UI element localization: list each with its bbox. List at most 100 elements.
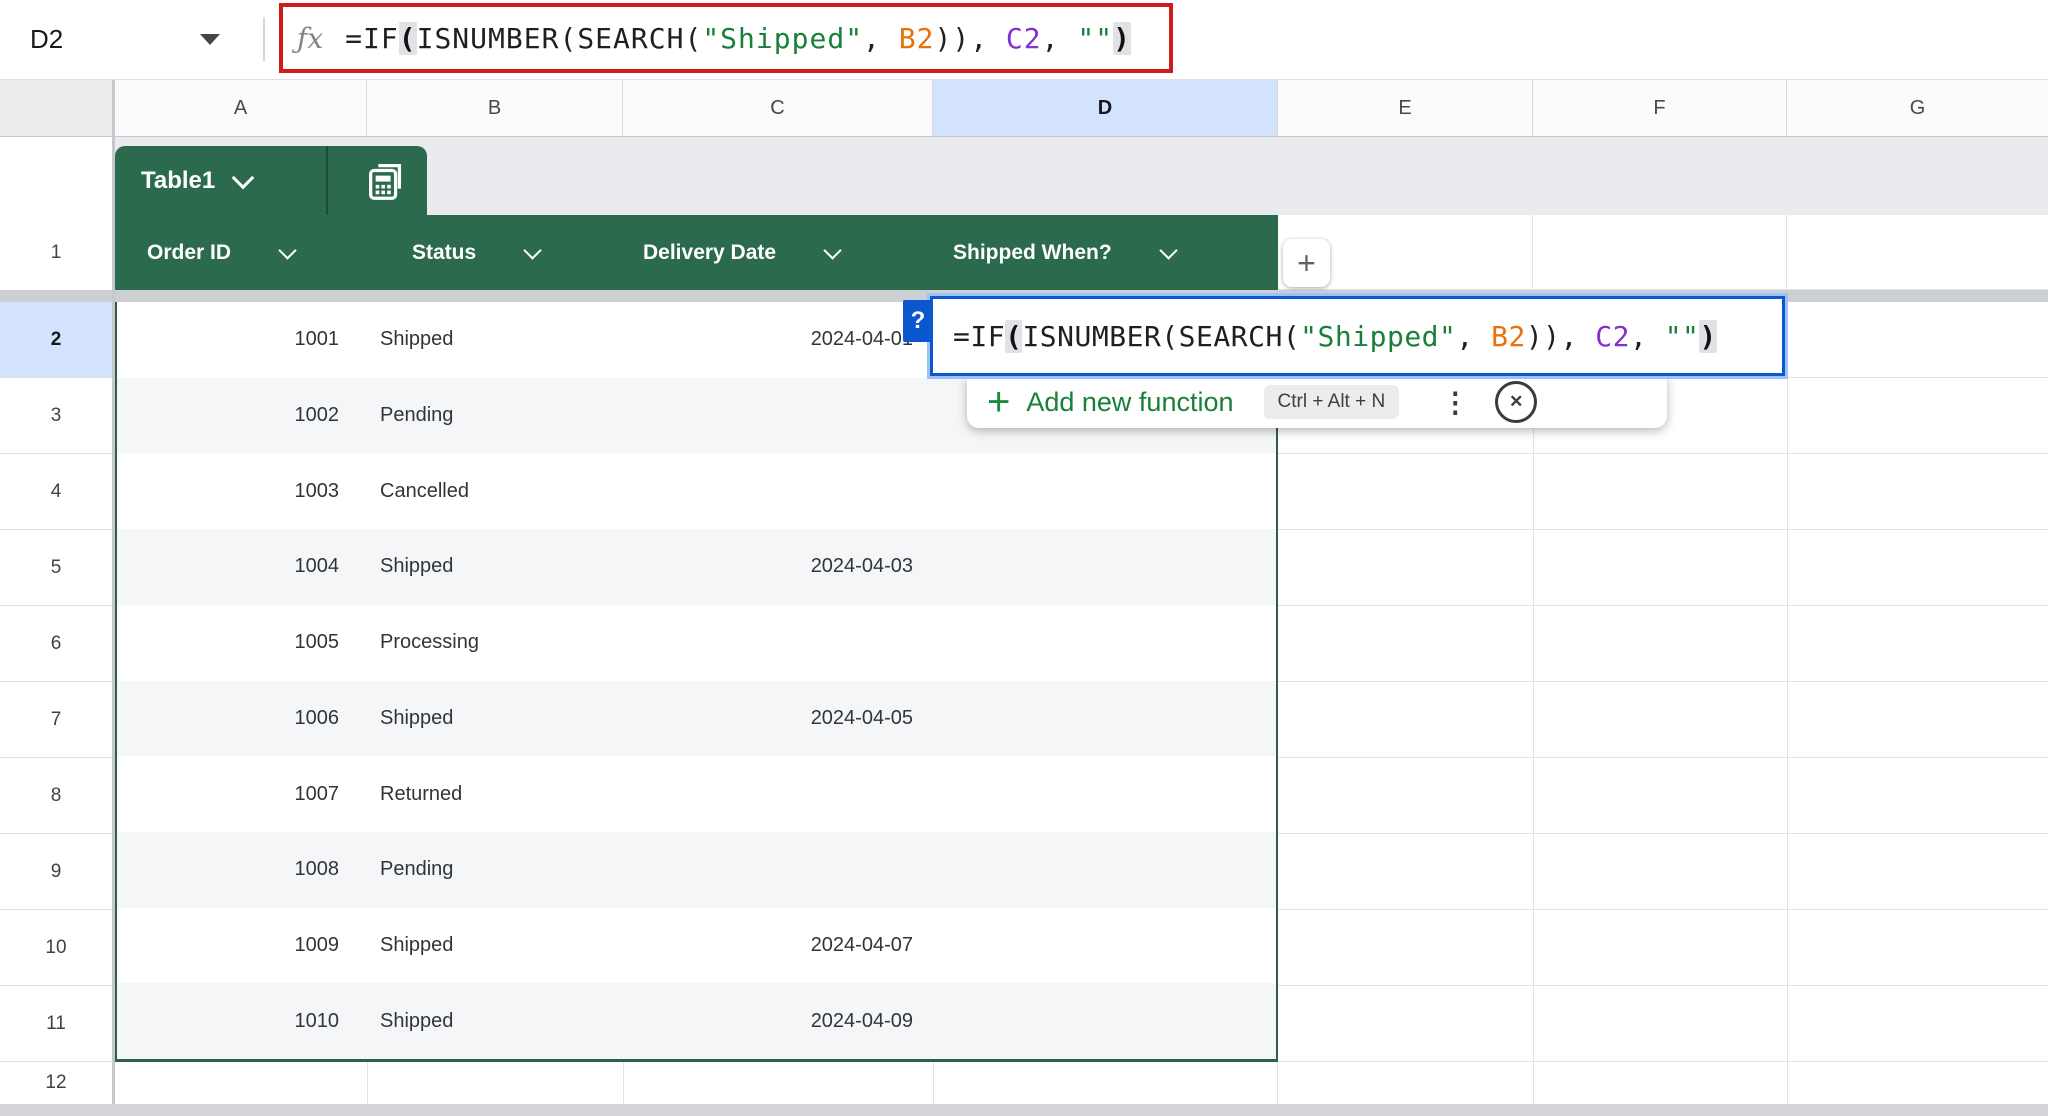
- cell-shipped-when[interactable]: [933, 756, 1276, 832]
- cell-order-id[interactable]: 1008: [117, 832, 367, 908]
- cell-status[interactable]: Shipped: [367, 908, 623, 984]
- row-header-7[interactable]: 7: [0, 682, 112, 758]
- chevron-down-icon[interactable]: [278, 241, 296, 259]
- formula-bar-annotation-box: ƒx =IF(ISNUMBER(SEARCH("Shipped", B2)), …: [279, 3, 1173, 73]
- row-header-1[interactable]: 1: [0, 215, 112, 290]
- empty-grid-below[interactable]: [115, 1062, 1278, 1104]
- name-box-value: D2: [30, 24, 63, 55]
- column-header-f[interactable]: F: [1533, 80, 1787, 137]
- cell-editor[interactable]: =IF(ISNUMBER(SEARCH("Shipped", B2)), C2,…: [930, 296, 1785, 376]
- column-header-d[interactable]: D: [933, 80, 1278, 137]
- cell-status[interactable]: Shipped: [367, 983, 623, 1059]
- cell-status[interactable]: Processing: [367, 605, 623, 681]
- table-row: 1008 Pending: [117, 832, 1276, 908]
- table-header-row: Order ID Status Delivery Date Shipped Wh…: [115, 215, 1278, 290]
- cell-order-id[interactable]: 1009: [117, 908, 367, 984]
- shortcut-badge: Ctrl + Alt + N: [1264, 385, 1400, 419]
- gridline: [933, 1062, 934, 1104]
- cell-status[interactable]: Shipped: [367, 681, 623, 757]
- row-header-6[interactable]: 6: [0, 606, 112, 682]
- table-row: 1010 Shipped 2024-04-09: [117, 983, 1276, 1059]
- row-header-5[interactable]: 5: [0, 530, 112, 606]
- table-row: 1006 Shipped 2024-04-05: [117, 681, 1276, 757]
- table-row: 1003 Cancelled: [117, 453, 1276, 529]
- formula-bar-input[interactable]: =IF(ISNUMBER(SEARCH("Shipped", B2)), C2,…: [345, 22, 1131, 55]
- cell-order-id[interactable]: 1002: [117, 378, 367, 454]
- cell-status[interactable]: Pending: [367, 378, 623, 454]
- divider: [326, 146, 328, 215]
- cell-shipped-when[interactable]: [933, 605, 1276, 681]
- cell-delivery-date[interactable]: [623, 453, 933, 529]
- row-header-3[interactable]: 3: [0, 378, 112, 454]
- cell-delivery-date[interactable]: 2024-04-09: [623, 983, 933, 1059]
- cell-shipped-when[interactable]: [933, 908, 1276, 984]
- table-row: 1005 Processing: [117, 605, 1276, 681]
- row-header-11[interactable]: 11: [0, 986, 112, 1062]
- plus-icon: +: [987, 382, 1010, 422]
- row-header-border: [112, 80, 115, 1104]
- column-header-row: A B C D E F G: [0, 80, 2048, 137]
- cell-delivery-date[interactable]: 2024-04-01: [623, 302, 933, 378]
- close-icon[interactable]: ✕: [1495, 381, 1537, 423]
- cell-g1[interactable]: [1787, 215, 2048, 290]
- cell-order-id[interactable]: 1001: [117, 302, 367, 378]
- table-row: 1007 Returned: [117, 756, 1276, 832]
- cell-delivery-date[interactable]: [623, 378, 933, 454]
- column-header-b[interactable]: B: [367, 80, 623, 137]
- cell-order-id[interactable]: 1004: [117, 529, 367, 605]
- row-header-8[interactable]: 8: [0, 758, 112, 834]
- cell-order-id[interactable]: 1010: [117, 983, 367, 1059]
- select-all-corner[interactable]: [0, 80, 115, 137]
- add-column-button[interactable]: +: [1283, 239, 1330, 287]
- spreadsheet-app: D2 ƒx =IF(ISNUMBER(SEARCH("Shipped", B2)…: [0, 0, 2048, 1116]
- cell-order-id[interactable]: 1005: [117, 605, 367, 681]
- row-header-2[interactable]: 2: [0, 302, 112, 378]
- cell-f1[interactable]: [1533, 215, 1787, 290]
- cell-shipped-when[interactable]: [933, 832, 1276, 908]
- cell-delivery-date[interactable]: 2024-04-07: [623, 908, 933, 984]
- kebab-menu-icon[interactable]: ⋮: [1441, 386, 1469, 419]
- column-header-c[interactable]: C: [623, 80, 933, 137]
- table-name-chip[interactable]: Table1: [115, 146, 427, 215]
- name-box-dropdown-icon[interactable]: [200, 34, 220, 45]
- bottom-edge-strip: [0, 1104, 2048, 1116]
- row-header-4[interactable]: 4: [0, 454, 112, 530]
- cell-shipped-when[interactable]: [933, 453, 1276, 529]
- name-box[interactable]: D2: [0, 0, 262, 78]
- cell-status[interactable]: Pending: [367, 832, 623, 908]
- chevron-down-icon[interactable]: [823, 241, 841, 259]
- chevron-down-icon[interactable]: [1159, 241, 1177, 259]
- column-header-e[interactable]: E: [1278, 80, 1533, 137]
- row-header-10[interactable]: 10: [0, 910, 112, 986]
- row-header-9[interactable]: 9: [0, 834, 112, 910]
- cell-status[interactable]: Cancelled: [367, 453, 623, 529]
- table-header-status[interactable]: Status: [367, 215, 623, 290]
- cell-status[interactable]: Shipped: [367, 529, 623, 605]
- chevron-down-icon: [232, 166, 255, 189]
- cell-delivery-date[interactable]: 2024-04-03: [623, 529, 933, 605]
- cell-order-id[interactable]: 1003: [117, 453, 367, 529]
- cell-shipped-when[interactable]: [933, 983, 1276, 1059]
- cell-shipped-when[interactable]: [933, 529, 1276, 605]
- table-view-icon[interactable]: [345, 146, 427, 215]
- cell-delivery-date[interactable]: [623, 605, 933, 681]
- cell-status[interactable]: Shipped: [367, 302, 623, 378]
- cell-shipped-when[interactable]: [933, 681, 1276, 757]
- table-header-order-id[interactable]: Order ID: [115, 215, 367, 290]
- column-header-g[interactable]: G: [1787, 80, 2048, 137]
- cell-order-id[interactable]: 1007: [117, 756, 367, 832]
- chevron-down-icon[interactable]: [523, 241, 541, 259]
- table-row: 1009 Shipped 2024-04-07: [117, 908, 1276, 984]
- cell-delivery-date[interactable]: [623, 832, 933, 908]
- cell-editor-formula[interactable]: =IF(ISNUMBER(SEARCH("Shipped", B2)), C2,…: [953, 320, 1717, 353]
- cell-delivery-date[interactable]: 2024-04-05: [623, 681, 933, 757]
- cell-order-id[interactable]: 1006: [117, 681, 367, 757]
- cell-delivery-date[interactable]: [623, 756, 933, 832]
- cell-status[interactable]: Returned: [367, 756, 623, 832]
- column-header-a[interactable]: A: [115, 80, 367, 137]
- row-header-12[interactable]: 12: [0, 1062, 112, 1104]
- add-new-function-button[interactable]: Add new function: [1026, 387, 1233, 418]
- table-header-delivery-date[interactable]: Delivery Date: [623, 215, 933, 290]
- table-header-shipped-when[interactable]: Shipped When?: [933, 215, 1278, 290]
- formula-help-badge[interactable]: ?: [903, 300, 933, 342]
